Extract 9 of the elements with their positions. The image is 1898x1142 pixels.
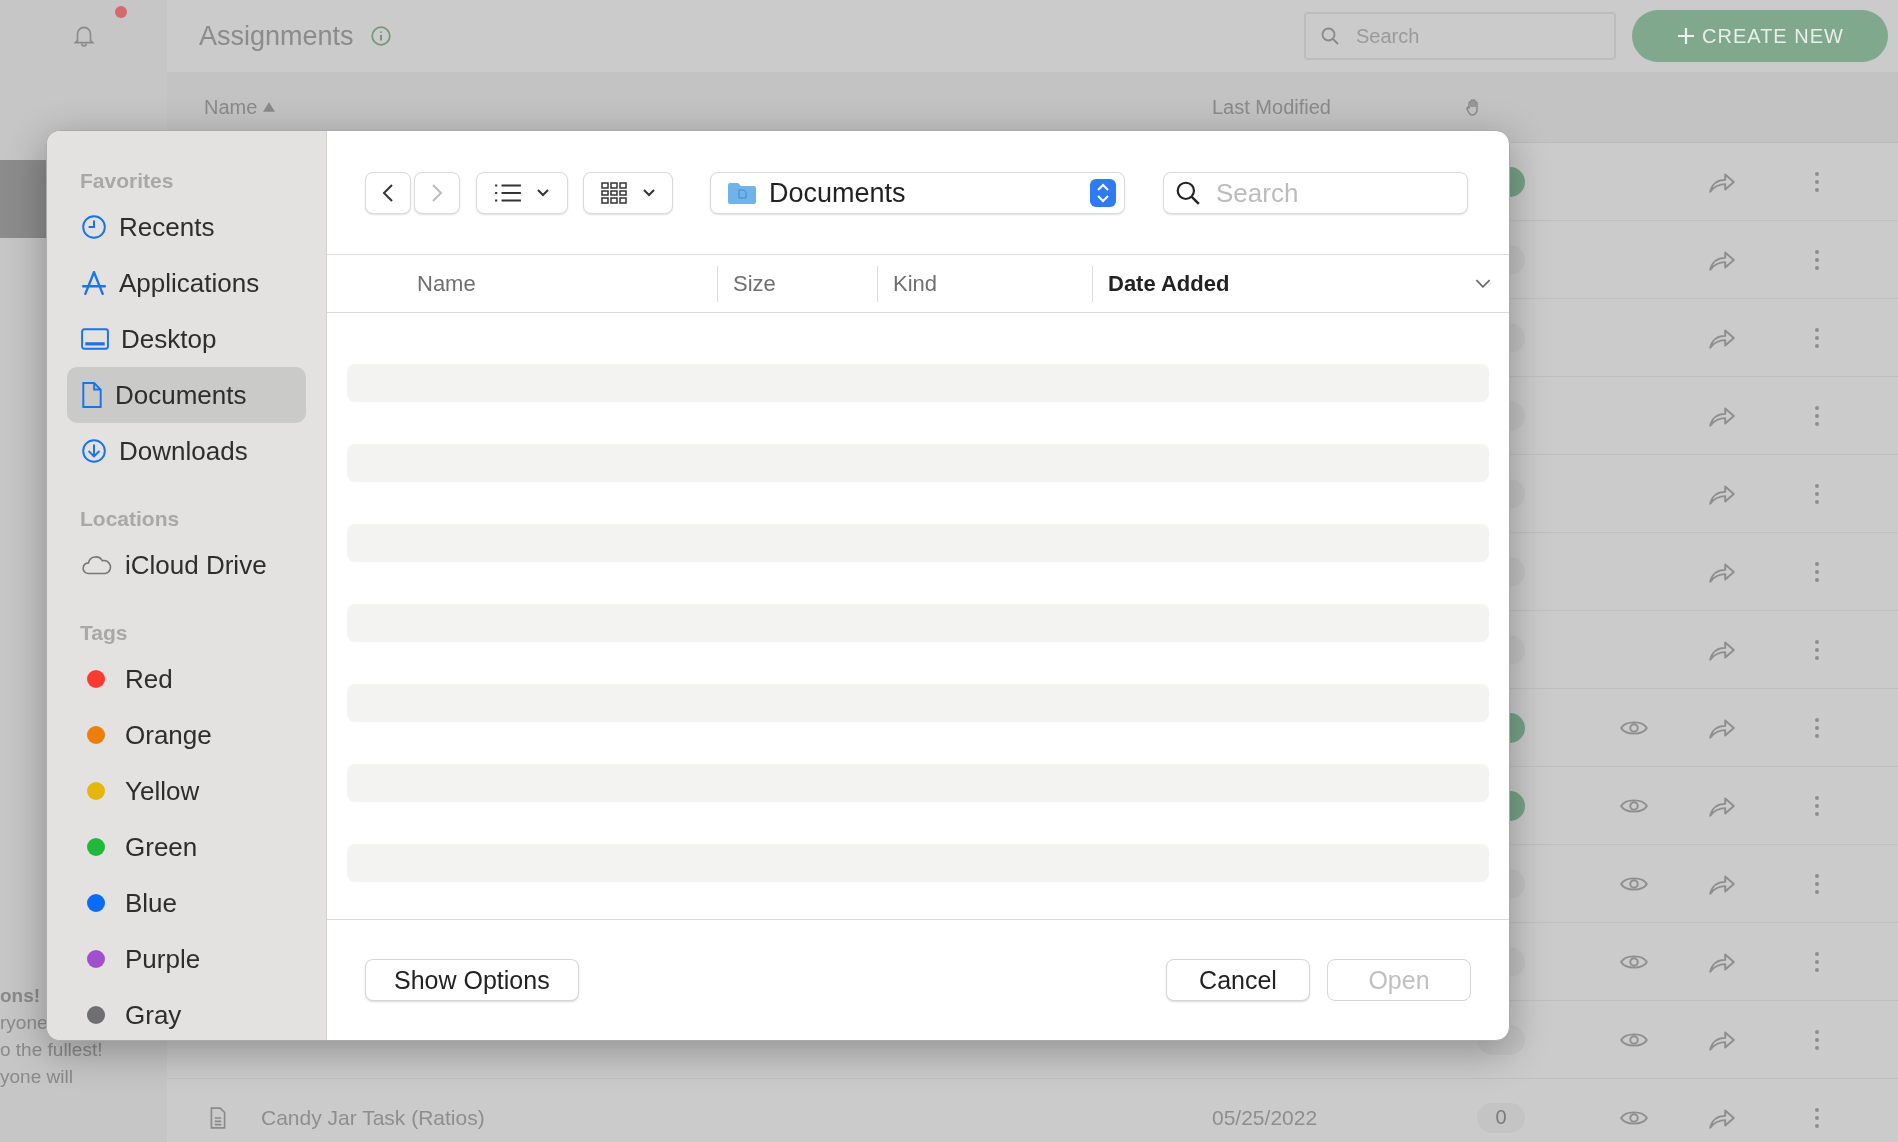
sidebar-text: yone will [0,1065,73,1089]
section-heading: Favorites [80,169,175,193]
sidebar-text: ryone [0,1011,48,1035]
section-heading: Tags [80,621,129,645]
sidebar-text: ons! [0,984,41,1008]
modified-date: 05/25/2022 [1212,1105,1318,1130]
section-heading: Locations [80,507,181,531]
page-title: Assignments [199,20,354,52]
status-pill: 0 [1477,1102,1525,1133]
